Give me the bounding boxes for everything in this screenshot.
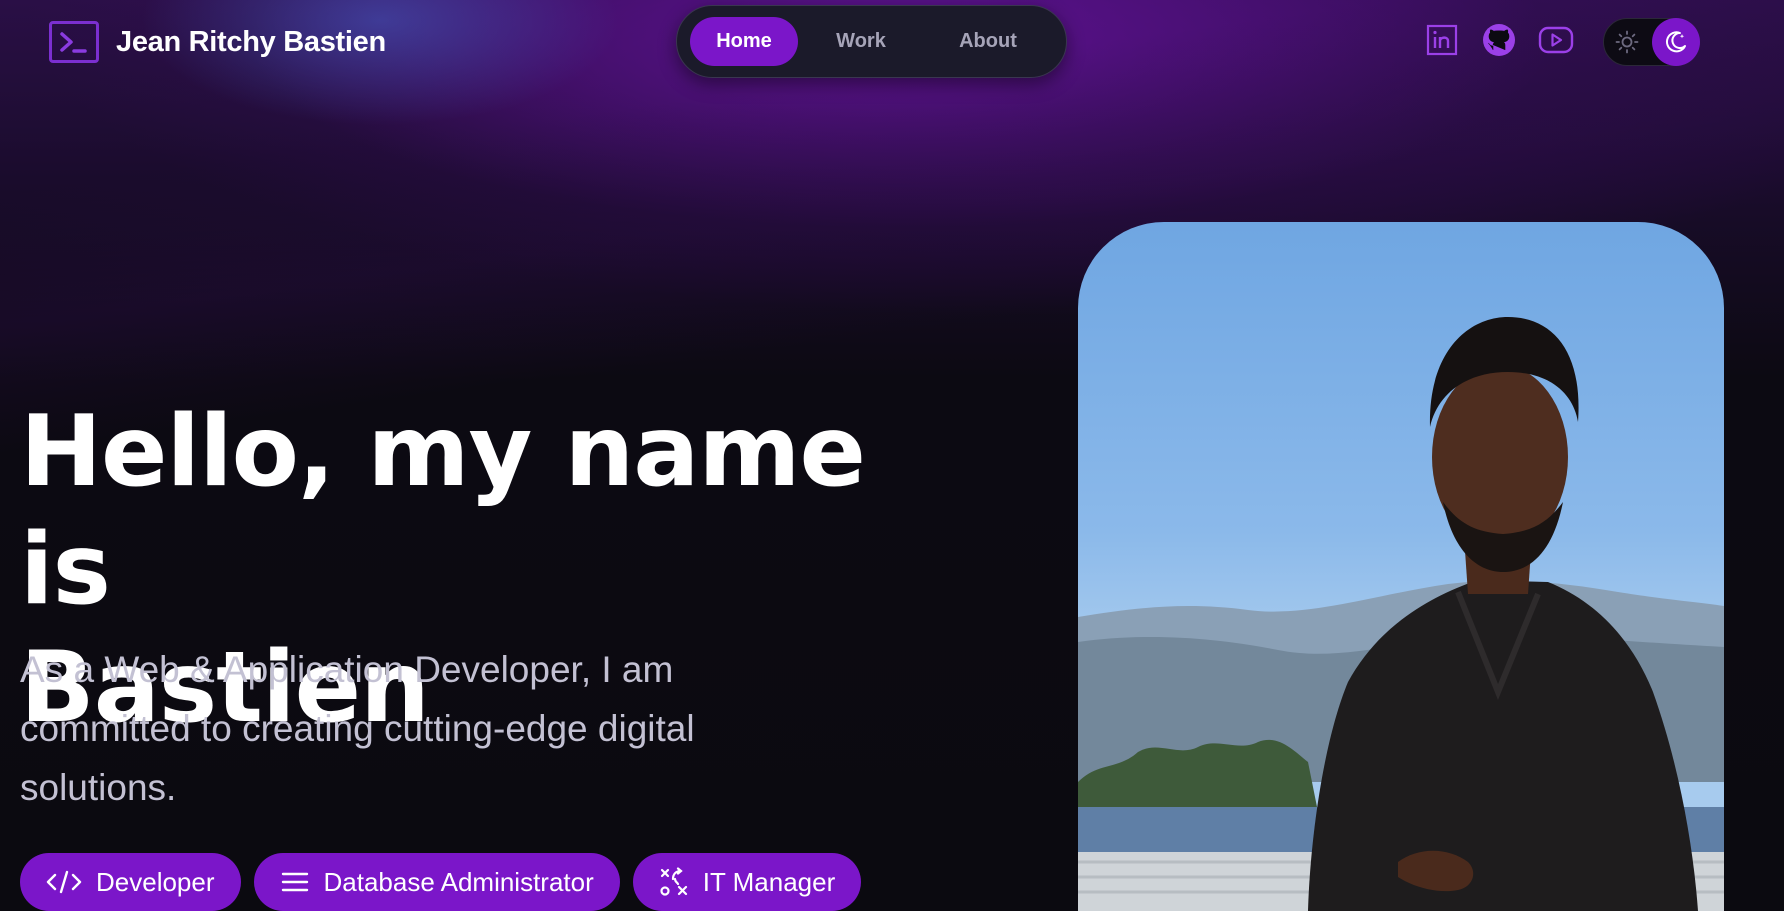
- hero-title-line-1: Hello, my name is: [20, 395, 866, 627]
- role-chip-label: Developer: [96, 866, 215, 897]
- moon-icon[interactable]: [1652, 18, 1700, 66]
- role-chip-it-manager[interactable]: IT Manager: [632, 853, 862, 911]
- linkedin-icon[interactable]: [1424, 22, 1460, 58]
- nav-work[interactable]: Work: [798, 17, 924, 66]
- code-icon: [46, 870, 82, 894]
- role-chip-developer[interactable]: Developer: [20, 853, 241, 911]
- nav-home[interactable]: Home: [690, 17, 798, 66]
- role-chip-database-administrator[interactable]: Database Administrator: [253, 853, 620, 911]
- strategy-icon: [660, 867, 687, 896]
- youtube-icon[interactable]: [1538, 22, 1574, 58]
- role-chip-label: Database Administrator: [323, 866, 594, 897]
- hero-subtitle: As a Web & Application Developer, I am c…: [20, 649, 695, 808]
- menu-lines-icon: [281, 872, 308, 892]
- brand[interactable]: Jean Ritchy Bastien: [49, 21, 386, 63]
- brand-name: Jean Ritchy Bastien: [116, 25, 386, 58]
- main-nav: Home Work About: [676, 5, 1067, 78]
- theme-toggle[interactable]: [1603, 18, 1700, 66]
- github-icon[interactable]: [1481, 22, 1517, 58]
- role-chip-label: IT Manager: [702, 866, 836, 897]
- profile-photo: [1078, 222, 1724, 911]
- role-chips: Developer Database Administrator IT Mana…: [20, 853, 862, 911]
- social-links: [1424, 22, 1574, 58]
- nav-about[interactable]: About: [924, 17, 1052, 66]
- sun-icon[interactable]: [1614, 29, 1640, 55]
- terminal-icon: [49, 21, 99, 63]
